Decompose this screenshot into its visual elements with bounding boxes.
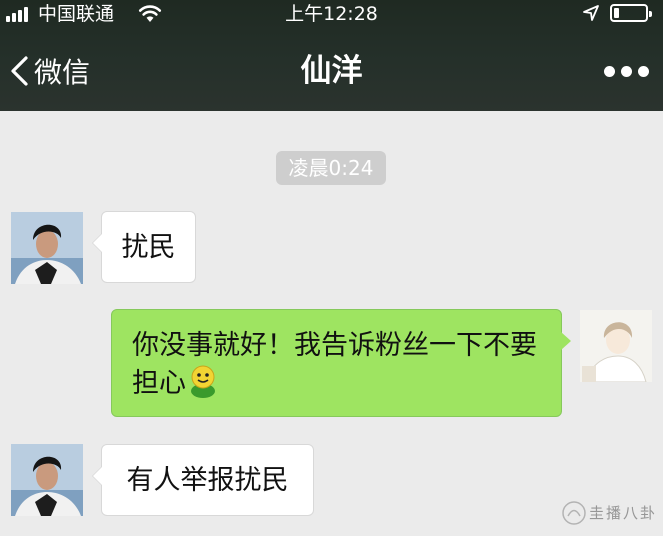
location-arrow-icon: [583, 5, 599, 21]
message-bubble-sent[interactable]: 你没事就好！我告诉粉丝一下不要担心: [111, 309, 571, 417]
more-dots-icon[interactable]: [600, 58, 652, 84]
smiley-emoji: [191, 365, 215, 398]
nav-bar: 微信 仙洋: [0, 40, 663, 102]
message-bubble-received[interactable]: 扰民: [92, 211, 196, 283]
watermark-text: 圭播八卦: [589, 504, 658, 522]
status-time: 上午12:28: [285, 3, 378, 25]
message-timestamp: 凌晨0:24: [276, 151, 386, 185]
chat-title: 仙洋: [300, 53, 363, 89]
battery-icon: [610, 4, 652, 22]
watermark: 圭播八卦: [561, 500, 659, 526]
contact-avatar[interactable]: [11, 444, 83, 516]
contact-avatar[interactable]: [11, 212, 83, 284]
chat-header: 中国联通 上午12:28 微信 仙洋: [0, 0, 663, 111]
message-bubble-received[interactable]: 有人举报扰民: [92, 444, 314, 516]
watermark-logo-icon: [562, 501, 586, 525]
battery-level: [614, 8, 619, 18]
status-bar: 中国联通 上午12:28: [0, 0, 663, 30]
my-avatar[interactable]: [580, 310, 652, 382]
